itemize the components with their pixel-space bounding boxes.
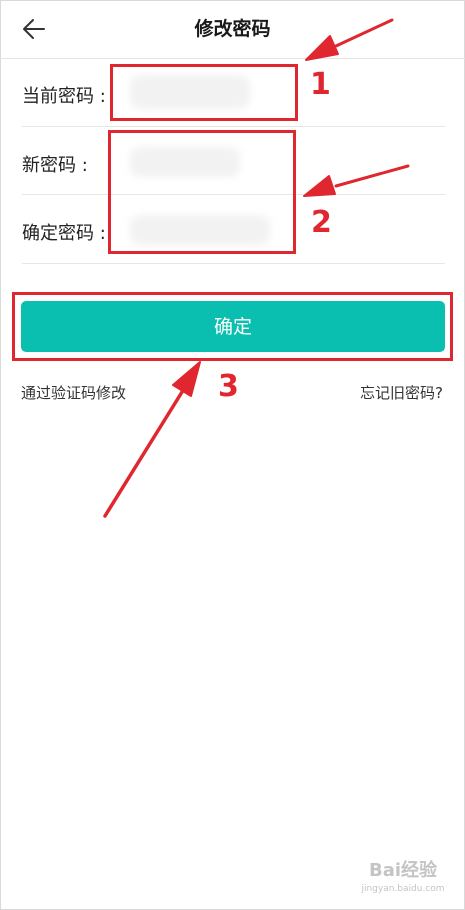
watermark: Bai经验 jingyan.baidu.com	[355, 856, 451, 902]
watermark-url: jingyan.baidu.com	[361, 884, 445, 894]
forgot-password-link[interactable]: 忘记旧密码?	[360, 382, 443, 403]
new-password-row: 新密码 :	[22, 127, 445, 195]
confirm-password-row: 确定密码 :	[22, 195, 445, 264]
confirm-password-label: 确定密码 :	[22, 223, 106, 244]
current-password-input[interactable]	[114, 67, 298, 119]
annotation-arrow-3	[103, 390, 184, 518]
annotation-number-2: 2	[311, 205, 332, 240]
confirm-password-input[interactable]	[114, 203, 298, 255]
new-password-input[interactable]	[114, 135, 298, 187]
nav-bar: 修改密码	[0, 0, 465, 59]
watermark-logo: Bai经验	[368, 860, 438, 881]
verify-code-link[interactable]: 通过验证码修改	[21, 382, 126, 403]
annotation-number-3: 3	[218, 369, 239, 404]
current-password-row: 当前密码 :	[22, 59, 445, 127]
page-title: 修改密码	[194, 18, 271, 40]
annotation-number-1: 1	[310, 67, 331, 102]
current-password-label: 当前密码 :	[22, 86, 106, 107]
new-password-label: 新密码 :	[22, 155, 88, 176]
confirm-button[interactable]: 确定	[21, 301, 445, 352]
